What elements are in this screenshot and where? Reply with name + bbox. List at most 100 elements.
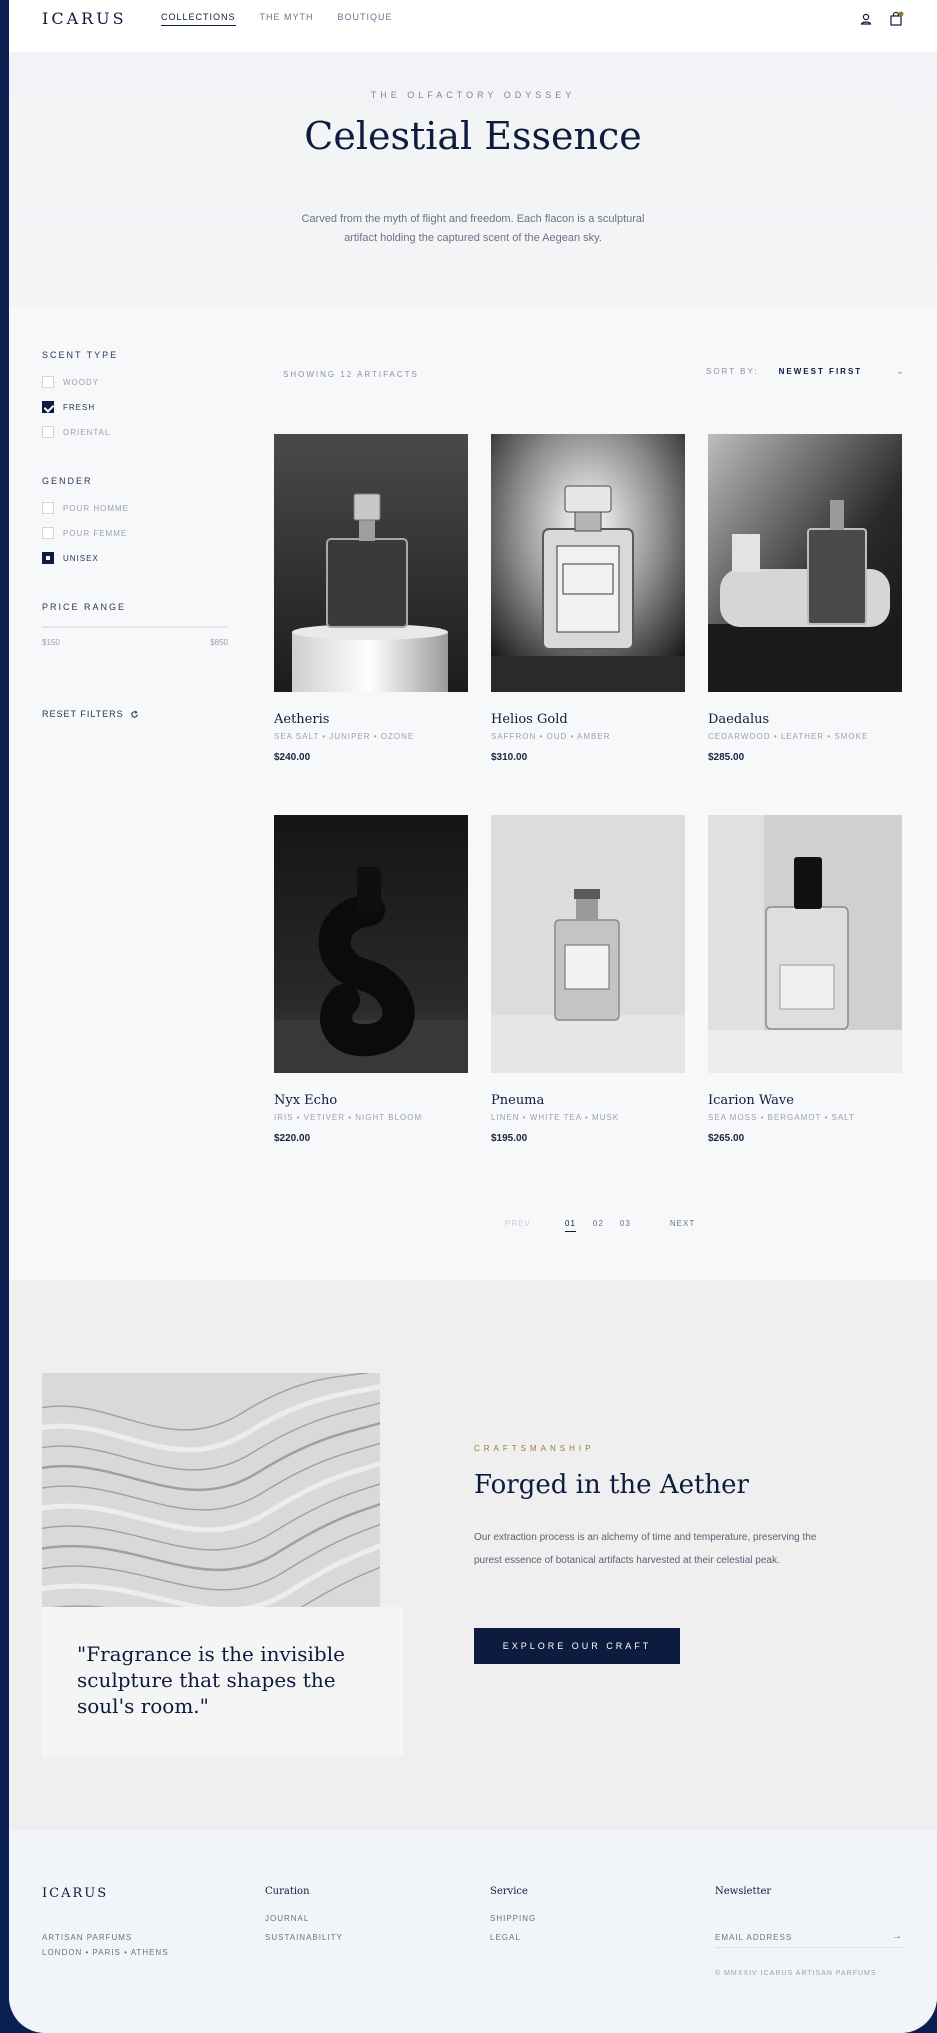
results-count: SHOWING 12 ARTIFACTS xyxy=(283,370,419,379)
filter-title-scent: SCENT TYPE xyxy=(42,350,119,360)
filter-option-unisex[interactable]: UNISEX xyxy=(42,552,232,564)
hero-description: Carved from the myth of flight and freed… xyxy=(301,213,645,244)
footer-column-curation: Curation JOURNAL SUSTAINABILITY xyxy=(265,1886,343,1952)
filter-label: ORIENTAL xyxy=(63,427,111,437)
checkbox[interactable] xyxy=(42,426,54,438)
checkbox-checked[interactable] xyxy=(42,401,54,413)
product-card[interactable]: Daedalus CEDARWOOD • LEATHER • SMOKE $28… xyxy=(708,434,902,763)
nav-link-boutique[interactable]: BOUTIQUE xyxy=(338,12,393,26)
filter-label: WOODY xyxy=(63,377,100,387)
price-max: $850 xyxy=(210,638,228,647)
filter-label: POUR HOMME xyxy=(63,503,129,513)
product-name[interactable]: Aetheris xyxy=(274,712,468,727)
product-name[interactable]: Pneuma xyxy=(491,1093,685,1108)
sort-value: NEWEST FIRST xyxy=(778,366,863,376)
nav-link-the-myth[interactable]: THE MYTH xyxy=(260,12,314,26)
page-frame: ICARUS COLLECTIONS THE MYTH BOUTIQUE THE… xyxy=(9,0,937,2033)
bag-icon[interactable] xyxy=(888,11,904,27)
filter-title-price: PRICE RANGE xyxy=(42,602,127,612)
pagination-prev[interactable]: PREV xyxy=(505,1219,565,1232)
product-notes: CEDARWOOD • LEATHER • SMOKE xyxy=(708,732,869,741)
product-price: $220.00 xyxy=(274,1133,311,1144)
pagination-page-2[interactable]: 02 xyxy=(593,1219,620,1232)
top-navigation-bar: ICARUS COLLECTIONS THE MYTH BOUTIQUE xyxy=(9,0,937,52)
checkbox[interactable] xyxy=(42,527,54,539)
product-card[interactable]: Pneuma LINEN • WHITE TEA • MUSK $195.00 xyxy=(491,815,685,1144)
copyright-text: © MMXXIV ICARUS ARTISAN PARFUMS xyxy=(715,1970,877,1977)
filter-option-pour-femme[interactable]: POUR FEMME xyxy=(42,527,232,539)
footer-column-title: Service xyxy=(490,1886,528,1897)
product-notes: SAFFRON • OUD • AMBER xyxy=(491,732,611,741)
hero-section: THE OLFACTORY ODYSSEY Celestial Essence … xyxy=(9,52,937,308)
footer-link-journal[interactable]: JOURNAL xyxy=(265,1914,343,1923)
user-icon[interactable] xyxy=(858,11,874,27)
craftsmanship-section: "Fragrance is the invisible sculpture th… xyxy=(9,1280,937,1830)
craft-title: Forged in the Aether xyxy=(474,1470,749,1500)
pagination-next[interactable]: NEXT xyxy=(670,1219,695,1232)
footer-column-title: Curation xyxy=(265,1886,310,1897)
product-card[interactable]: Nyx Echo IRIS • VETIVER • NIGHT BLOOM $2… xyxy=(274,815,468,1144)
nav-link-collections[interactable]: COLLECTIONS xyxy=(161,12,236,26)
product-notes: IRIS • VETIVER • NIGHT BLOOM xyxy=(274,1113,423,1122)
product-notes: SEA SALT • JUNIPER • OZONE xyxy=(274,732,415,741)
product-image-nyx-echo[interactable] xyxy=(274,815,468,1073)
product-notes: LINEN • WHITE TEA • MUSK xyxy=(491,1113,620,1122)
filter-option-woody[interactable]: WOODY xyxy=(42,376,232,388)
product-card[interactable]: Helios Gold SAFFRON • OUD • AMBER $310.0… xyxy=(491,434,685,763)
filter-option-fresh[interactable]: FRESH xyxy=(42,401,232,413)
price-range-labels: $150 $850 xyxy=(42,638,228,647)
footer-column-title: Newsletter xyxy=(715,1886,772,1897)
product-image-pneuma[interactable] xyxy=(491,815,685,1073)
product-name[interactable]: Icarion Wave xyxy=(708,1093,902,1108)
main-nav: COLLECTIONS THE MYTH BOUTIQUE xyxy=(161,12,393,26)
product-price: $240.00 xyxy=(274,752,311,763)
price-min: $150 xyxy=(42,638,60,647)
checkbox-checked[interactable] xyxy=(42,552,54,564)
product-price: $195.00 xyxy=(491,1133,528,1144)
brand-logo[interactable]: ICARUS xyxy=(42,9,127,28)
arrow-right-icon[interactable]: → xyxy=(892,1931,902,1942)
checkbox[interactable] xyxy=(42,376,54,388)
marble-texture-image xyxy=(42,1373,380,1607)
product-notes: SEA MOSS • BERGAMOT • SALT xyxy=(708,1113,855,1122)
brand-quote: "Fragrance is the invisible sculpture th… xyxy=(77,1642,345,1718)
product-price: $265.00 xyxy=(708,1133,745,1144)
footer-link-sustainability[interactable]: SUSTAINABILITY xyxy=(265,1933,343,1942)
sort-label: SORT BY: xyxy=(706,366,759,376)
product-image-aetheris[interactable] xyxy=(274,434,468,692)
craft-eyebrow: CRAFTSMANSHIP xyxy=(474,1444,595,1453)
filter-option-oriental[interactable]: ORIENTAL xyxy=(42,426,232,438)
craft-description: Our extraction process is an alchemy of … xyxy=(474,1532,817,1566)
product-image-icarion-wave[interactable] xyxy=(708,815,902,1073)
product-name[interactable]: Nyx Echo xyxy=(274,1093,468,1108)
chevron-down-icon: ⌄ xyxy=(895,365,904,377)
product-card[interactable]: Aetheris SEA SALT • JUNIPER • OZONE $240… xyxy=(274,434,468,763)
product-card[interactable]: Icarion Wave SEA MOSS • BERGAMOT • SALT … xyxy=(708,815,902,1144)
footer-link-shipping[interactable]: SHIPPING xyxy=(490,1914,536,1923)
footer-column-service: Service SHIPPING LEGAL xyxy=(490,1886,536,1952)
product-price: $285.00 xyxy=(708,752,745,763)
filter-label: FRESH xyxy=(63,402,96,412)
product-price: $310.00 xyxy=(491,752,528,763)
footer-tagline-line: ARTISAN PARFUMS xyxy=(42,1933,133,1942)
sort-dropdown[interactable]: SORT BY: NEWEST FIRST ⌄ xyxy=(706,362,904,380)
footer-logo[interactable]: ICARUS xyxy=(42,1886,108,1901)
filter-option-pour-homme[interactable]: POUR HOMME xyxy=(42,502,232,514)
reset-filters-button[interactable]: RESET FILTERS xyxy=(42,709,232,719)
price-range-slider[interactable] xyxy=(42,626,228,628)
hero-eyebrow: THE OLFACTORY ODYSSEY xyxy=(370,90,576,100)
site-footer: ICARUS ARTISAN PARFUMS LONDON • PARIS • … xyxy=(9,1830,937,2033)
checkbox[interactable] xyxy=(42,502,54,514)
product-name[interactable]: Helios Gold xyxy=(491,712,685,727)
newsletter-email-input[interactable] xyxy=(715,1928,905,1948)
explore-craft-button[interactable]: EXPLORE OUR CRAFT xyxy=(474,1628,680,1664)
pagination-page-3[interactable]: 03 xyxy=(620,1219,647,1232)
product-image-daedalus[interactable] xyxy=(708,434,902,692)
footer-link-legal[interactable]: LEGAL xyxy=(490,1933,536,1942)
product-name[interactable]: Daedalus xyxy=(708,712,902,727)
footer-tagline-line: LONDON • PARIS • ATHENS xyxy=(42,1948,169,1957)
refresh-icon xyxy=(131,710,138,718)
product-image-helios-gold[interactable] xyxy=(491,434,685,692)
pagination-page-1[interactable]: 01 xyxy=(565,1219,576,1232)
filter-title-gender: GENDER xyxy=(42,476,93,486)
